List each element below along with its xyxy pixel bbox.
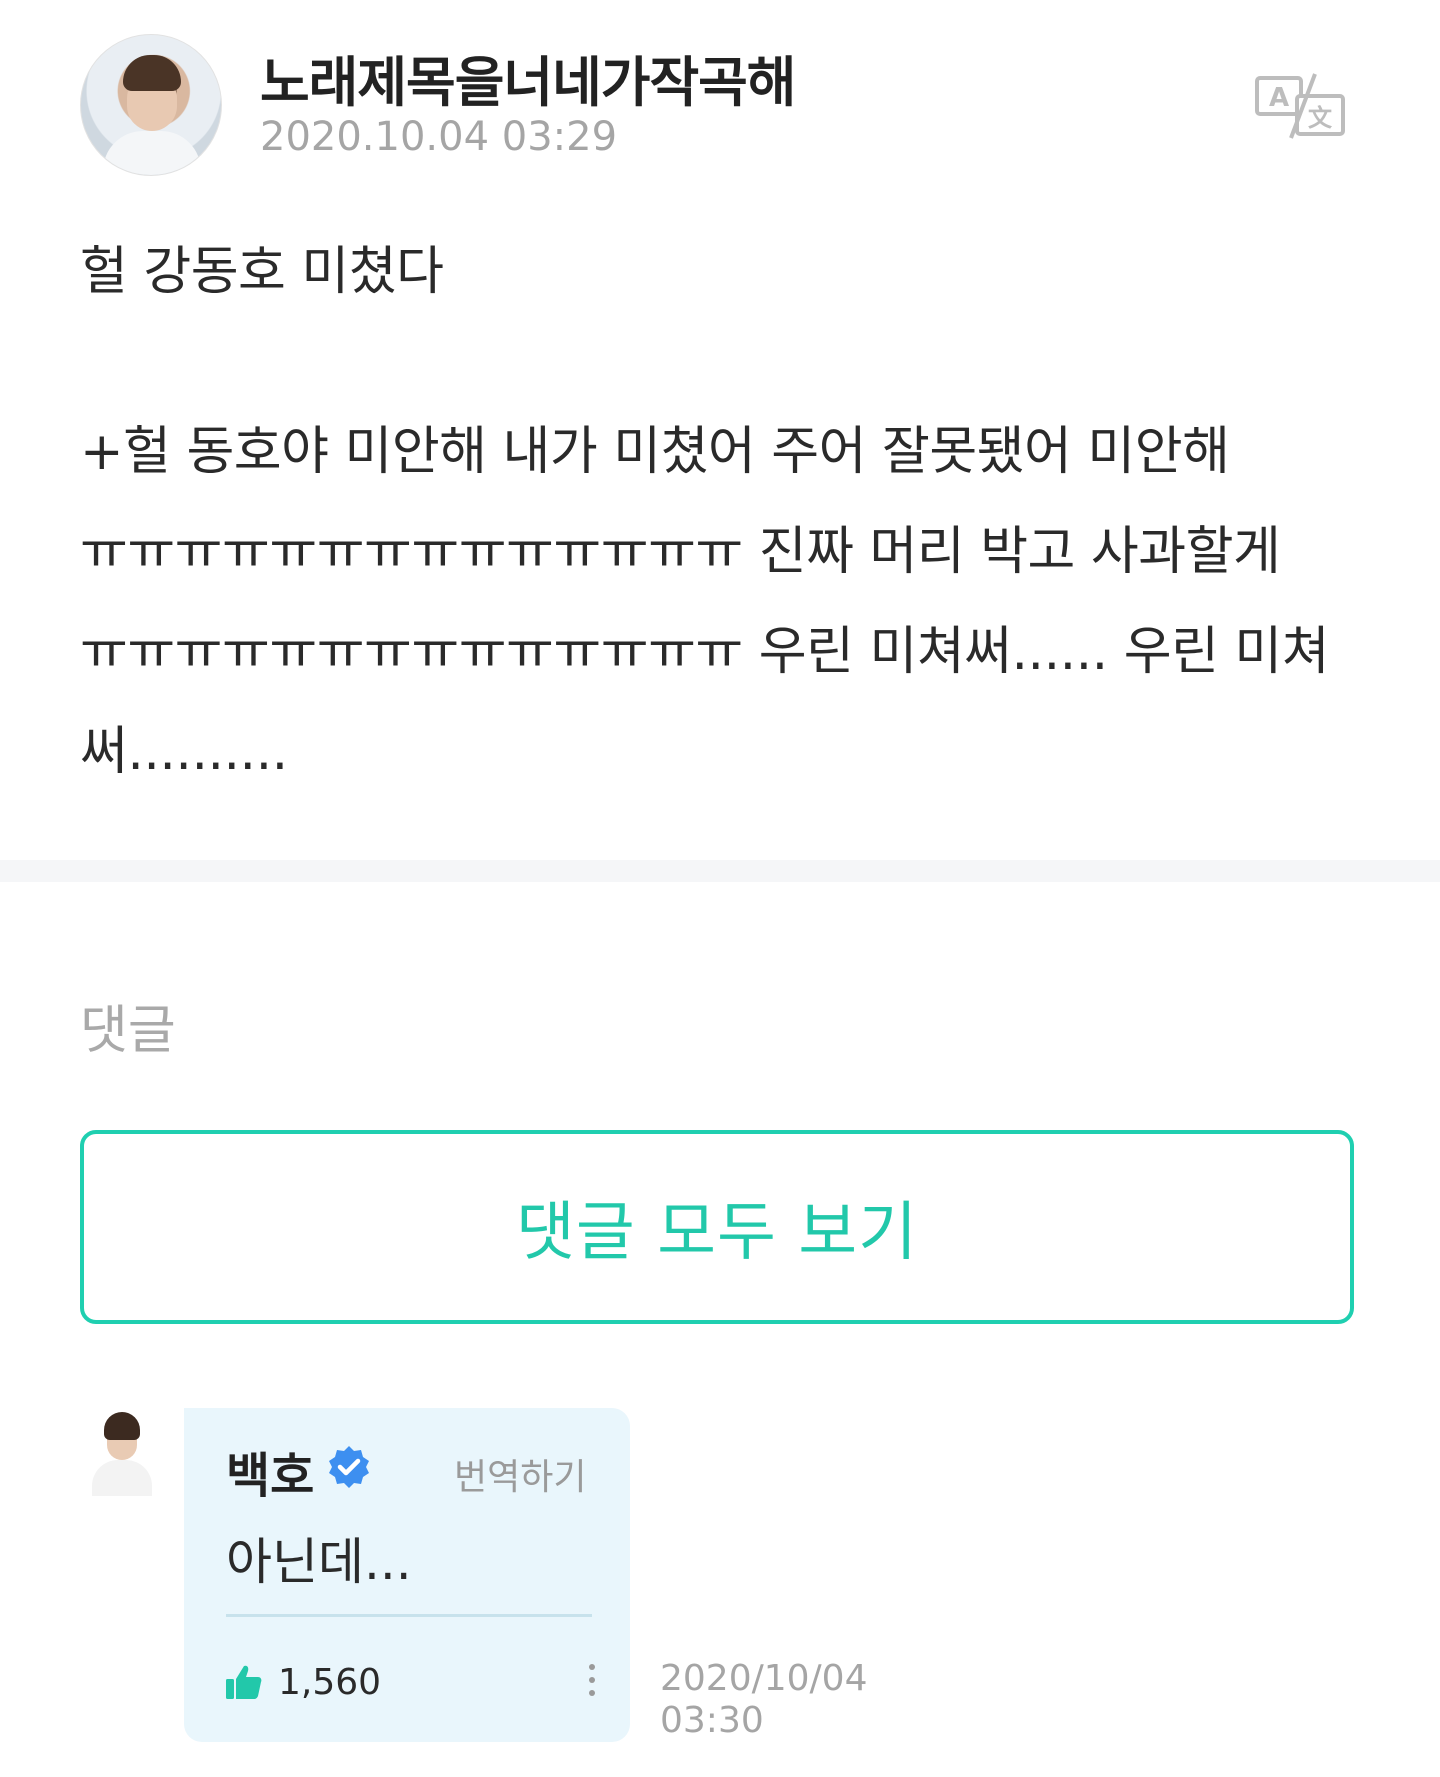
section-divider [0, 860, 1440, 882]
svg-text:A: A [1269, 83, 1289, 113]
like-count: 1,560 [278, 1662, 382, 1703]
more-vertical-icon[interactable] [582, 1664, 602, 1704]
post-body-line: 써.......... [80, 722, 288, 782]
comment-date-time: 03:30 [660, 1700, 764, 1741]
comment-text: 아닌데... [226, 1533, 412, 1591]
comment-translate-button[interactable]: 번역하기 [454, 1448, 586, 1500]
post-body-line: 헐 강동호 미쳤다 [80, 242, 444, 302]
comment-date-day: 2020/10/04 [660, 1658, 868, 1699]
post-body-line: ㅠㅠㅠㅠㅠㅠㅠㅠㅠㅠㅠㅠㅠㅠ 진짜 머리 박고 사과할게 [80, 522, 1281, 582]
commenter-avatar[interactable] [84, 1408, 156, 1496]
thumbs-up-icon[interactable] [224, 1662, 264, 1702]
comment-item: 백호 번역하기 아닌데... 1,560 2020/10/04 03:30 [80, 1408, 1360, 1748]
view-all-comments-button[interactable]: 댓글 모두 보기 [80, 1130, 1354, 1324]
verified-badge-icon [326, 1444, 372, 1490]
post-body-line: ㅠㅠㅠㅠㅠㅠㅠㅠㅠㅠㅠㅠㅠㅠ 우린 미쳐써...... 우린 미쳐 [80, 622, 1330, 682]
comment-bubble: 백호 번역하기 아닌데... 1,560 [184, 1408, 630, 1742]
post-date: 2020.10.04 03:29 [260, 114, 618, 160]
comments-heading: 댓글 [80, 1001, 176, 1061]
post-body: 헐 강동호 미쳤다 +헐 동호야 미안해 내가 미쳤어 주어 잘못됐어 미안해 … [80, 222, 1350, 802]
comment-date: 2020/10/04 03:30 [660, 1658, 868, 1742]
translate-icon[interactable]: A 文 [1253, 72, 1353, 142]
author-avatar[interactable] [80, 34, 222, 176]
comment-divider [226, 1614, 592, 1617]
comment-author[interactable]: 백호 [226, 1436, 314, 1506]
post-body-line: +헐 동호야 미안해 내가 미쳤어 주어 잘못됐어 미안해 [80, 422, 1230, 482]
svg-text:文: 文 [1308, 104, 1333, 132]
post-header: 노래제목을너네가작곡해 2020.10.04 03:29 A 文 [80, 34, 1360, 176]
post-author-name[interactable]: 노래제목을너네가작곡해 [260, 38, 796, 117]
